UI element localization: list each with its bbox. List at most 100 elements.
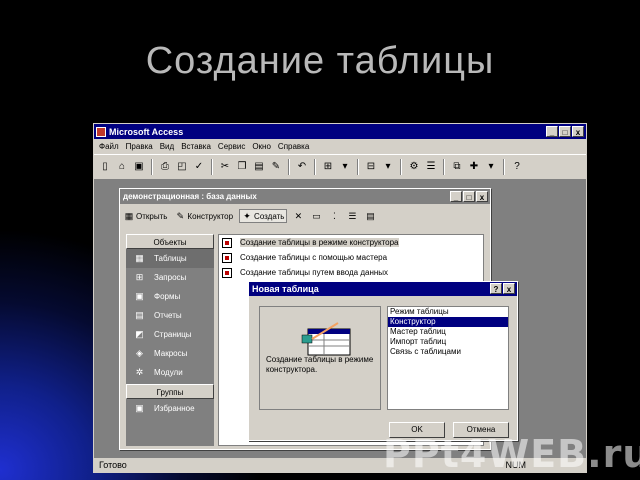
large-icons-icon: ▭ bbox=[312, 211, 321, 221]
list-item[interactable]: Создание таблицы с помощью мастера bbox=[219, 250, 483, 265]
code-icon[interactable]: ⚙ bbox=[407, 160, 421, 174]
close-button[interactable]: x bbox=[572, 126, 584, 137]
create-label: Создать bbox=[254, 211, 285, 221]
spelling-icon[interactable]: ✓ bbox=[192, 160, 206, 174]
menu-edit[interactable]: Правка bbox=[126, 142, 153, 151]
small-icons-button[interactable]: ⁚ bbox=[327, 210, 341, 222]
properties-icon[interactable]: ☰ bbox=[424, 160, 438, 174]
delete-button[interactable]: ✕ bbox=[291, 210, 305, 222]
cut-icon[interactable]: ✂ bbox=[218, 160, 232, 174]
create-button[interactable]: ✦ Создать bbox=[239, 209, 288, 223]
toolbar-separator bbox=[314, 159, 316, 175]
minimize-button[interactable]: _ bbox=[546, 126, 558, 137]
db-titlebar: демонстрационная : база данных _ □ x bbox=[120, 189, 490, 204]
object-label: Отчеты bbox=[154, 311, 182, 320]
query-icon: ⊞ bbox=[135, 272, 144, 282]
open-icon[interactable]: ⌂ bbox=[115, 160, 129, 174]
page-icon: ◩ bbox=[135, 329, 144, 339]
help-icon[interactable]: ? bbox=[510, 160, 524, 174]
design-button[interactable]: ✎ Конструктор bbox=[173, 210, 235, 222]
option-datasheet[interactable]: Режим таблицы bbox=[388, 307, 508, 317]
object-label: Страницы bbox=[154, 330, 192, 339]
object-macros[interactable]: ◈ Макросы bbox=[126, 344, 214, 363]
new-icon[interactable]: ▯ bbox=[98, 160, 112, 174]
form-icon: ▣ bbox=[135, 291, 144, 301]
module-icon: ✲ bbox=[135, 367, 144, 377]
objects-panel: Объекты ▦ Таблицы ⊞ Запросы ▣ Формы ▤ От… bbox=[126, 234, 214, 446]
shortcut-icon bbox=[222, 252, 232, 263]
object-tables[interactable]: ▦ Таблицы bbox=[126, 249, 214, 268]
dropdown-arrow-icon[interactable]: ▾ bbox=[484, 160, 498, 174]
status-text: Готово bbox=[99, 460, 127, 470]
list-view-icon: ☰ bbox=[348, 211, 357, 221]
toolbar-separator bbox=[357, 159, 359, 175]
menu-tools[interactable]: Сервис bbox=[218, 142, 245, 151]
dialog-title: Новая таблица bbox=[252, 284, 319, 294]
menu-file[interactable]: Файл bbox=[99, 142, 119, 151]
dialog-titlebar: Новая таблица ? x bbox=[249, 282, 517, 296]
paste-icon[interactable]: ▤ bbox=[252, 160, 266, 174]
object-queries[interactable]: ⊞ Запросы bbox=[126, 268, 214, 287]
object-label: Запросы bbox=[154, 273, 187, 282]
print-icon[interactable]: ⎙ bbox=[158, 160, 172, 174]
menu-window[interactable]: Окно bbox=[252, 142, 271, 151]
objects-header[interactable]: Объекты bbox=[126, 234, 214, 249]
list-item[interactable]: Создание таблицы в режиме конструктора bbox=[219, 235, 483, 250]
open-button[interactable]: ▦ Открыть bbox=[122, 210, 169, 222]
list-view-button[interactable]: ☰ bbox=[345, 210, 359, 222]
option-design[interactable]: Конструктор bbox=[388, 317, 508, 327]
table-icon: ▦ bbox=[135, 253, 144, 263]
small-icons-icon: ⁚ bbox=[333, 211, 336, 221]
db-close-button[interactable]: x bbox=[476, 191, 488, 202]
option-link[interactable]: Связь с таблицами bbox=[388, 347, 508, 357]
save-icon[interactable]: ▣ bbox=[132, 160, 146, 174]
details-view-button[interactable]: ▤ bbox=[363, 210, 377, 222]
open-label: Открыть bbox=[136, 211, 168, 221]
macro-icon: ◈ bbox=[136, 348, 143, 358]
list-item[interactable]: Создание таблицы путем ввода данных bbox=[219, 265, 483, 280]
main-toolbar: ▯ ⌂ ▣ ⎙ ◰ ✓ ✂ ❐ ▤ ✎ ↶ ⊞ ▾ ⊟ ▾ ⚙ ☰ ⧉ ✚ ▾ … bbox=[94, 154, 586, 180]
undo-icon[interactable]: ↶ bbox=[295, 160, 309, 174]
object-label: Таблицы bbox=[154, 254, 187, 263]
object-forms[interactable]: ▣ Формы bbox=[126, 287, 214, 306]
menu-insert[interactable]: Вставка bbox=[181, 142, 211, 151]
db-minimize-button[interactable]: _ bbox=[450, 191, 462, 202]
new-object-icon[interactable]: ✚ bbox=[467, 160, 481, 174]
object-reports[interactable]: ▤ Отчеты bbox=[126, 306, 214, 325]
object-modules[interactable]: ✲ Модули bbox=[126, 363, 214, 382]
db-toolbar: ▦ Открыть ✎ Конструктор ✦ Создать ✕ ▭ ⁚ … bbox=[122, 206, 488, 226]
toolbar-separator bbox=[443, 159, 445, 175]
office-links-icon[interactable]: ⊞ bbox=[321, 160, 335, 174]
option-import[interactable]: Импорт таблиц bbox=[388, 337, 508, 347]
format-painter-icon[interactable]: ✎ bbox=[269, 160, 283, 174]
toolbar-separator bbox=[151, 159, 153, 175]
menu-view[interactable]: Вид bbox=[160, 142, 174, 151]
list-item-label: Создание таблицы с помощью мастера bbox=[240, 253, 388, 262]
option-wizard[interactable]: Мастер таблиц bbox=[388, 327, 508, 337]
dialog-help-button[interactable]: ? bbox=[490, 283, 502, 294]
restore-button[interactable]: □ bbox=[559, 126, 571, 137]
toolbar-separator bbox=[400, 159, 402, 175]
object-pages[interactable]: ◩ Страницы bbox=[126, 325, 214, 344]
groups-header[interactable]: Группы bbox=[126, 384, 214, 399]
details-view-icon: ▤ bbox=[366, 211, 375, 221]
large-icons-button[interactable]: ▭ bbox=[309, 210, 323, 222]
menu-help[interactable]: Справка bbox=[278, 142, 309, 151]
delete-icon: ✕ bbox=[294, 211, 303, 221]
dropdown-arrow-icon[interactable]: ▾ bbox=[338, 160, 352, 174]
copy-icon[interactable]: ❐ bbox=[235, 160, 249, 174]
relationships-icon[interactable]: ⧉ bbox=[450, 160, 464, 174]
analyze-icon[interactable]: ⊟ bbox=[364, 160, 378, 174]
db-restore-button[interactable]: □ bbox=[463, 191, 475, 202]
access-key-icon bbox=[96, 126, 106, 137]
table-options-list[interactable]: Режим таблицы Конструктор Мастер таблиц … bbox=[387, 306, 509, 410]
preview-icon[interactable]: ◰ bbox=[175, 160, 189, 174]
list-item-label: Создание таблицы путем ввода данных bbox=[240, 268, 389, 277]
design-icon: ✎ bbox=[176, 211, 185, 221]
design-label: Конструктор bbox=[187, 211, 234, 221]
shortcut-icon bbox=[222, 267, 232, 278]
group-favorites[interactable]: ▣ Избранное bbox=[126, 399, 214, 418]
dropdown-arrow-icon[interactable]: ▾ bbox=[381, 160, 395, 174]
dialog-close-button[interactable]: x bbox=[503, 283, 515, 294]
list-item-label: Создание таблицы в режиме конструктора bbox=[240, 238, 399, 247]
